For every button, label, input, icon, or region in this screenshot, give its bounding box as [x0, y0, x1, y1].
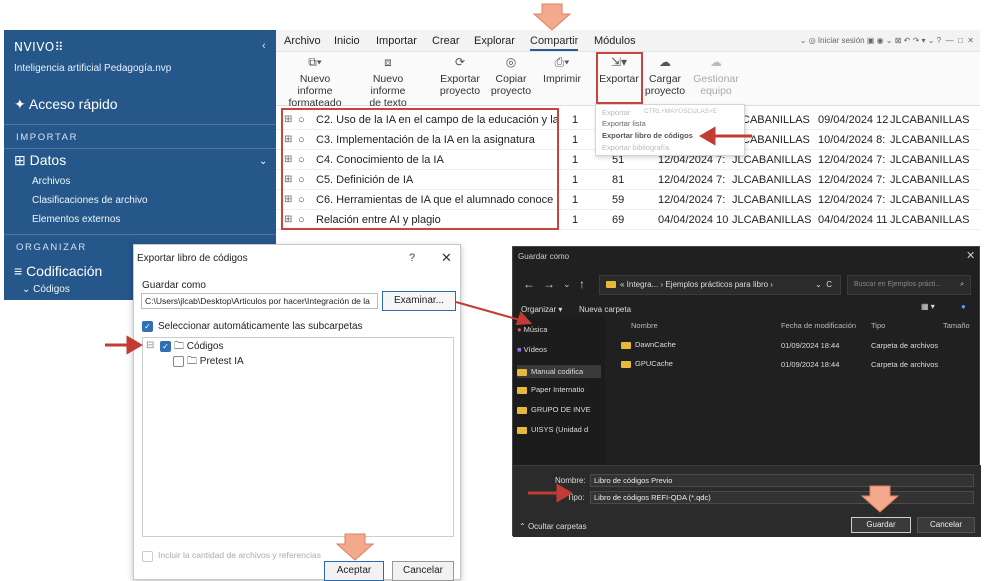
arrow-right-icon	[528, 483, 573, 503]
arrow-diagonal-icon	[455, 301, 533, 326]
arrow-left-icon	[699, 126, 752, 146]
pointer-down-icon	[532, 3, 572, 31]
annotation-overlay	[105, 3, 900, 561]
pointer-down-icon	[335, 533, 375, 561]
arrow-right-icon	[105, 335, 143, 355]
pointer-down-icon	[860, 485, 900, 513]
